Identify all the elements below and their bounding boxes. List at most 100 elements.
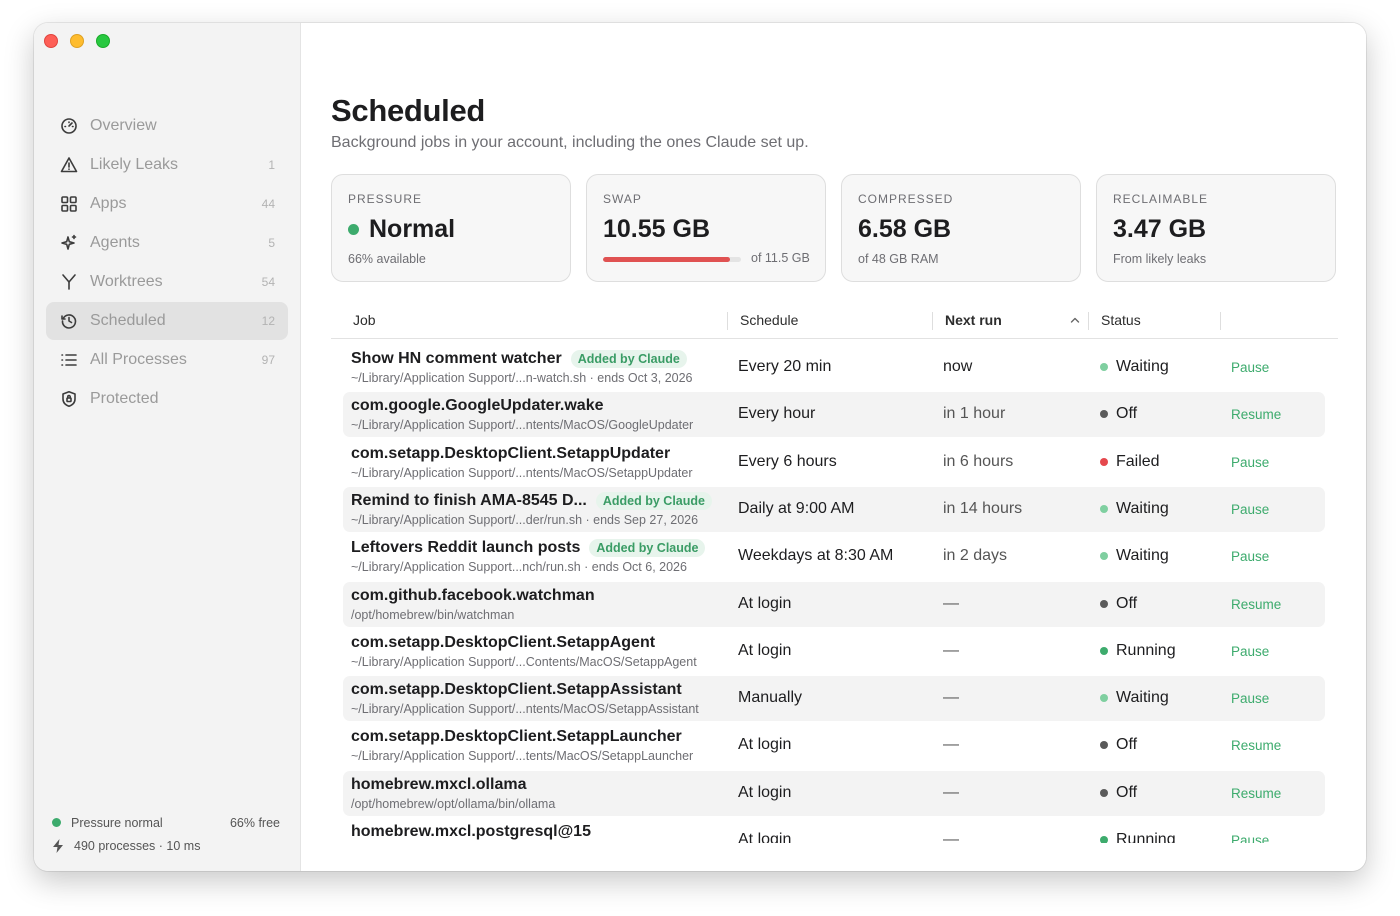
table-row[interactable]: com.github.facebook.watchman/opt/homebre… [343, 581, 1325, 627]
column-header-schedule[interactable]: Schedule [740, 309, 798, 331]
pause-button[interactable]: Pause [1231, 549, 1269, 564]
app-window: Overview Likely Leaks 1 Apps 44 Agents 5… [34, 23, 1366, 871]
jobs-table-body: Show HN comment watcher Added by Claude ~/… [343, 345, 1325, 843]
job-path: ~/Library/Application Support/...tents/M… [351, 749, 694, 764]
status-dot [1100, 363, 1108, 371]
window-controls [44, 34, 110, 48]
table-row[interactable]: Show HN comment watcher Added by Claude ~/… [343, 345, 1325, 390]
table-row[interactable]: homebrew.mxcl.postgresql@15 At login — Runn… [343, 818, 1325, 843]
sidebar-item-worktrees[interactable]: Worktrees 54 [46, 263, 288, 301]
close-window-button[interactable] [44, 34, 58, 48]
job-cell: homebrew.mxcl.postgresql@15 [351, 821, 721, 843]
pause-button[interactable]: Pause [1231, 691, 1269, 706]
resume-button[interactable]: Resume [1231, 407, 1281, 422]
minimize-window-button[interactable] [70, 34, 84, 48]
job-name: com.setapp.DesktopClient.SetappAssistant [351, 681, 682, 699]
status-dot [1100, 552, 1108, 561]
pause-button[interactable]: Pause [1231, 502, 1269, 517]
status-cell: Off [1100, 784, 1137, 802]
sidebar-item-protected[interactable]: Protected [46, 380, 288, 418]
job-cell: com.google.GoogleUpdater.wake ~/Library/A… [351, 395, 721, 432]
status-text: Waiting [1116, 689, 1169, 707]
job-path: ~/Library/Application Support/...n-watch… [351, 371, 693, 385]
column-header-next-run[interactable]: Next run [945, 309, 1002, 331]
card-value: Normal [369, 215, 456, 243]
card-label: RECLAIMABLE [1113, 192, 1209, 206]
warning-icon [59, 155, 79, 175]
resume-button[interactable]: Resume [1231, 738, 1281, 753]
table-row[interactable]: com.setapp.DesktopClient.SetappLauncher ~… [343, 723, 1325, 768]
sidebar-item-label: Overview [90, 117, 157, 134]
job-name: Show HN comment watcher [351, 350, 562, 367]
status-dot [1100, 457, 1108, 466]
next-run-cell: — [943, 594, 959, 612]
card-value: 3.47 GB [1113, 215, 1207, 243]
table-row[interactable]: Leftovers Reddit launch posts Added by Cl… [343, 534, 1325, 579]
job-cell: Remind to finish AMA-8545 D... Added by C… [351, 490, 721, 527]
job-path: ~/Library/Application Support...nch/run.… [351, 560, 687, 575]
sidebar-footer: Pressure normal 66% free 490 processes ·… [52, 811, 280, 857]
sidebar-item-count: 1 [268, 158, 275, 172]
status-text: Off [1116, 405, 1138, 423]
pause-button[interactable]: Pause [1231, 360, 1269, 375]
schedule-cell: Every hour [738, 405, 816, 423]
pause-button[interactable]: Pause [1231, 455, 1269, 470]
table-row[interactable]: com.google.GoogleUpdater.wake ~/Library/A… [343, 392, 1325, 438]
process-count-text: 490 processes · 10 ms [74, 838, 201, 853]
pressure-card: PRESSURE Normal 66% available [331, 174, 571, 282]
job-cell: com.setapp.DesktopClient.SetappAssistant… [351, 679, 721, 716]
pressure-dot [348, 224, 359, 235]
status-dot [1100, 836, 1108, 843]
sidebar-item-likely-leaks[interactable]: Likely Leaks 1 [46, 146, 288, 184]
schedule-cell: At login [738, 641, 792, 659]
job-path: /opt/homebrew/bin/watchman [351, 607, 515, 622]
added-by-claude-badge: Added by Claude [570, 350, 687, 368]
sidebar-item-label: All Processes [90, 351, 187, 368]
job-cell: com.setapp.DesktopClient.SetappUpdater ~/… [351, 443, 721, 480]
sidebar-item-label: Protected [90, 390, 159, 407]
pause-button[interactable]: Pause [1231, 833, 1269, 843]
schedule-cell: Every 6 hours [738, 452, 837, 470]
column-divider[interactable] [727, 312, 728, 330]
sidebar-item-all-processes[interactable]: All Processes 97 [46, 341, 288, 379]
table-row[interactable]: com.setapp.DesktopClient.SetappAgent ~/Li… [343, 629, 1325, 674]
sidebar-item-apps[interactable]: Apps 44 [46, 185, 288, 223]
next-run-cell: now [943, 358, 973, 375]
job-path: ~/Library/Application Support/...ntents/… [351, 418, 694, 433]
sidebar-item-overview[interactable]: Overview [46, 107, 288, 145]
column-divider[interactable] [1220, 312, 1221, 330]
column-header-job[interactable]: Job [353, 309, 376, 331]
next-run-cell: — [943, 641, 959, 659]
status-text: Running [1116, 641, 1176, 659]
column-divider[interactable] [932, 312, 933, 330]
sidebar-item-scheduled[interactable]: Scheduled 12 [46, 302, 288, 340]
next-run-cell: in 14 hours [943, 499, 1023, 517]
zoom-window-button[interactable] [96, 34, 110, 48]
table-row[interactable]: homebrew.mxcl.ollama/opt/homebrew/opt/ol… [343, 770, 1325, 816]
sort-ascending-icon[interactable] [1070, 316, 1080, 324]
card-label: PRESSURE [348, 192, 423, 206]
status-dot [1100, 410, 1108, 419]
status-cell: Running [1100, 831, 1176, 843]
column-header-status[interactable]: Status [1101, 309, 1141, 331]
clock-history-icon [59, 311, 79, 331]
card-value: 10.55 GB [603, 215, 711, 243]
sidebar: Overview Likely Leaks 1 Apps 44 Agents 5… [34, 23, 301, 871]
table-row[interactable]: com.setapp.DesktopClient.SetappAssistant… [343, 676, 1325, 722]
schedule-cell: At login [738, 736, 792, 754]
status-cell: Waiting [1100, 358, 1169, 376]
card-subtext: From likely leaks [1113, 252, 1207, 266]
table-row[interactable]: com.setapp.DesktopClient.SetappUpdater ~/… [343, 440, 1325, 485]
resume-button[interactable]: Resume [1231, 597, 1281, 612]
status-dot [1100, 694, 1108, 703]
schedule-cell: At login [738, 783, 792, 801]
column-divider[interactable] [1088, 312, 1089, 330]
resume-button[interactable]: Resume [1231, 786, 1281, 801]
pause-button[interactable]: Pause [1231, 644, 1269, 659]
sidebar-item-count: 97 [261, 353, 275, 367]
sidebar-item-agents[interactable]: Agents 5 [46, 224, 288, 262]
status-dot [1100, 646, 1108, 655]
sidebar-item-count: 5 [268, 236, 275, 250]
branch-icon [59, 272, 79, 292]
table-row[interactable]: Remind to finish AMA-8545 D... Added by C… [343, 486, 1325, 532]
